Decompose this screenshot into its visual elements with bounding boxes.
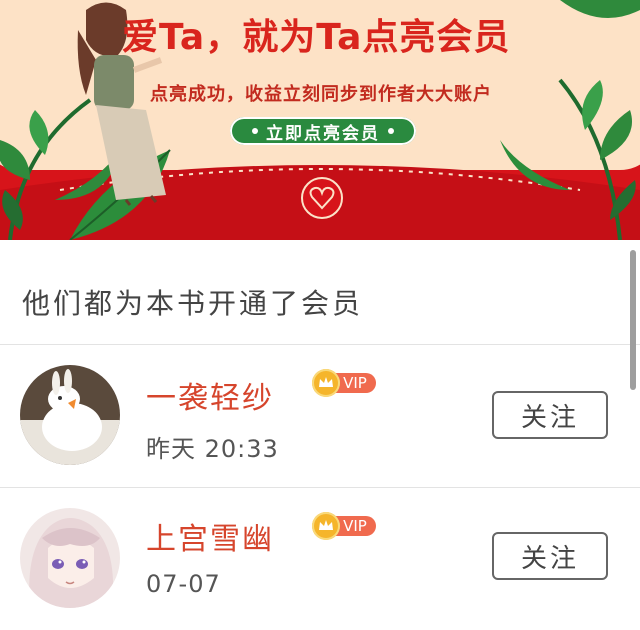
- banner-title: 爱Ta，就为Ta点亮会员: [122, 17, 511, 58]
- light-up-membership-button[interactable]: 立即点亮会员: [230, 117, 416, 145]
- scrollbar[interactable]: [630, 250, 636, 390]
- section-title: 他们都为本书开通了会员: [22, 287, 364, 320]
- crown-icon: [312, 512, 340, 540]
- cta-label: 立即点亮会员: [266, 123, 380, 144]
- promo-banner[interactable]: 爱Ta，就为Ta点亮会员 点亮成功，收益立刻同步到作者大大账户 立即点亮会员: [0, 0, 640, 240]
- dot-icon: [252, 128, 258, 134]
- vip-badge: VIP: [312, 369, 378, 397]
- leaf-right-icon: [500, 78, 636, 240]
- dot-icon: [388, 128, 394, 134]
- follow-button[interactable]: 关注: [492, 391, 608, 439]
- anime-girl-avatar[interactable]: [20, 508, 120, 608]
- member-row: 一袭轻纱 VIP 昨天 20:33 关注: [0, 345, 640, 487]
- member-name[interactable]: 一袭轻纱: [146, 373, 274, 417]
- member-time: 昨天 20:33: [146, 435, 279, 463]
- white-rabbit-avatar[interactable]: [20, 365, 120, 465]
- leaf-top-right-icon: [560, 0, 640, 18]
- vip-badge-label: VIP: [334, 516, 376, 536]
- member-time: 07-07: [146, 570, 221, 598]
- vip-badge: VIP: [312, 512, 378, 540]
- member-name[interactable]: 上宫雪幽: [146, 514, 274, 558]
- crown-icon: [312, 369, 340, 397]
- member-row: 上宫雪幽 VIP 07-07 关注: [0, 488, 640, 630]
- follow-button[interactable]: 关注: [492, 532, 608, 580]
- heart-seal-icon: [301, 177, 343, 219]
- vip-badge-label: VIP: [334, 373, 376, 393]
- banner-subtitle: 点亮成功，收益立刻同步到作者大大账户: [150, 84, 492, 105]
